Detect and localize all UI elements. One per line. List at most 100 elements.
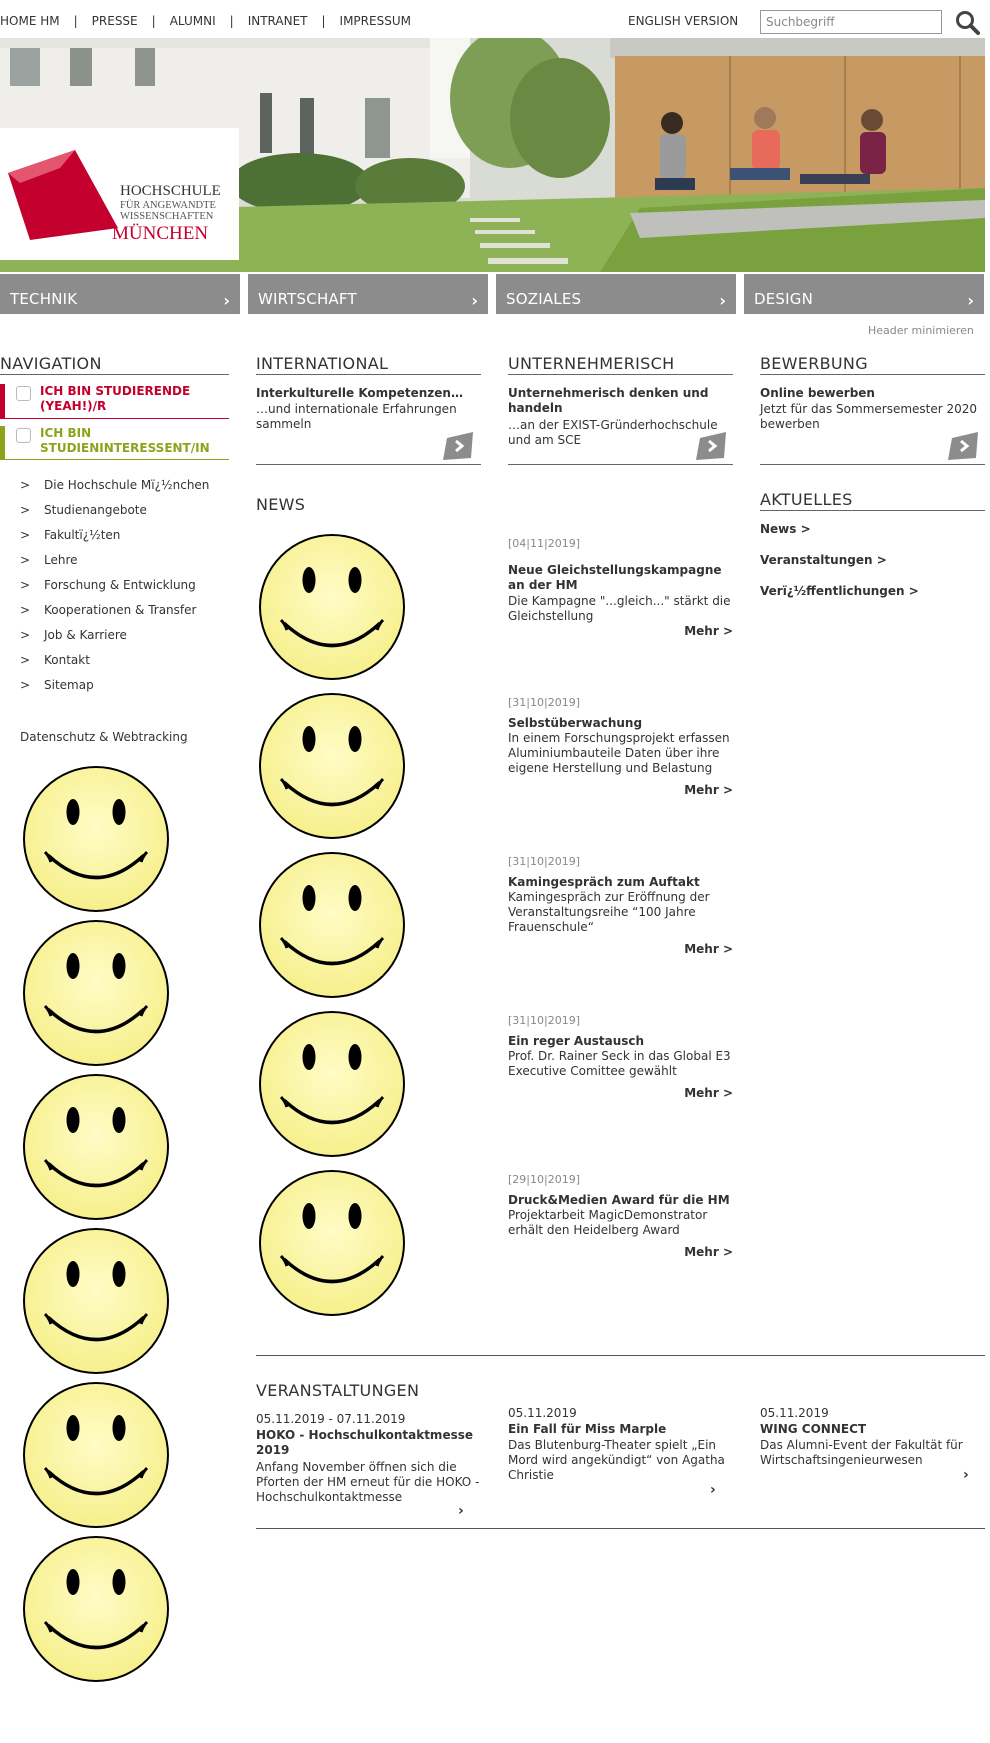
topnav-alumni[interactable]: ALUMNI xyxy=(170,14,216,28)
news-more-link[interactable]: Mehr > xyxy=(660,1245,733,1259)
hm-logo[interactable]: HOCHSCHULE FÜR ANGEWANDTE WISSENSCHAFTEN… xyxy=(0,128,239,260)
nav-item-hochschule[interactable]: > Die Hochschule Mï¿½nchen xyxy=(0,478,209,503)
smiley-icon[interactable] xyxy=(257,691,407,841)
bewerbung-teaser-title[interactable]: Online bewerben xyxy=(760,386,985,401)
separator: | xyxy=(321,14,326,28)
english-version-link[interactable]: ENGLISH VERSION xyxy=(628,14,738,28)
unternehmerisch-teaser-title[interactable]: Unternehmerisch denken und handeln xyxy=(508,386,733,416)
search-icon[interactable] xyxy=(955,10,981,36)
nav-item-studienangebote[interactable]: > Studienangebote xyxy=(0,503,209,528)
datenschutz-link[interactable]: Datenschutz & Webtracking xyxy=(20,730,188,744)
international-teaser-title[interactable]: Interkulturelle Kompetenzen… xyxy=(256,386,481,401)
hero-image: HOCHSCHULE FÜR ANGEWANDTE WISSENSCHAFTEN… xyxy=(0,38,985,272)
event-title[interactable]: WING CONNECT xyxy=(760,1422,985,1437)
chevron-right-icon[interactable]: › xyxy=(458,1503,464,1519)
smiley-icon xyxy=(21,1380,171,1530)
arrow-button-icon[interactable] xyxy=(948,432,980,460)
chevron-right-icon[interactable]: › xyxy=(710,1482,716,1498)
nav-item-kontakt[interactable]: > Kontakt xyxy=(0,653,209,678)
aktuelles-veranstaltungen-link[interactable]: Veranstaltungen > xyxy=(760,553,887,567)
event-text: Das Blutenburg-Theater spielt „Ein Mord … xyxy=(508,1438,725,1482)
event-title[interactable]: Ein Fall für Miss Marple xyxy=(508,1422,733,1437)
nav-item-lehre[interactable]: > Lehre xyxy=(0,553,209,578)
news-text: Die Kampagne "...gleich..." stärkt die G… xyxy=(508,594,731,623)
news-title[interactable]: Neue Gleichstellungskampagne an der HM xyxy=(508,563,733,593)
logo-line2: FÜR ANGEWANDTE xyxy=(120,199,216,211)
veranstaltungen-title: VERANSTALTUNGEN xyxy=(256,1381,420,1400)
divider xyxy=(256,1528,985,1529)
smiley-icon[interactable] xyxy=(257,1168,407,1318)
nav-item-label: Job & Karriere xyxy=(44,628,127,642)
nav-item-fakultaeten[interactable]: > Fakultï¿½ten xyxy=(0,528,209,553)
news-more-link[interactable]: Mehr > xyxy=(660,942,733,956)
smiley-icon xyxy=(21,1534,171,1684)
topnav-presse[interactable]: PRESSE xyxy=(92,14,138,28)
separator: | xyxy=(151,14,156,28)
divider xyxy=(256,464,481,465)
nav-item-sitemap[interactable]: > Sitemap xyxy=(0,678,209,703)
topnav-impressum[interactable]: IMPRESSUM xyxy=(340,14,411,28)
smiley-icon[interactable] xyxy=(257,850,407,1000)
arrow-button-icon[interactable] xyxy=(696,432,728,460)
news-text: In einem Forschungsprojekt erfassen Alum… xyxy=(508,731,730,775)
smiley-icon xyxy=(21,764,171,914)
chevron-right-icon[interactable]: › xyxy=(963,1467,969,1483)
nav-item-job[interactable]: > Job & Karriere xyxy=(0,628,209,653)
faculty-soziales[interactable]: SOZIALES › xyxy=(496,274,736,314)
faculty-label: TECHNIK xyxy=(10,290,78,308)
aktuelles-veroeffentlichungen-link[interactable]: Verï¿½ffentlichungen > xyxy=(760,584,919,598)
topnav-home[interactable]: HOME HM xyxy=(0,14,60,28)
role-checkbox[interactable] xyxy=(16,428,31,443)
faculty-design[interactable]: DESIGN › xyxy=(744,274,984,314)
top-navigation: HOME HM | PRESSE | ALUMNI | INTRANET | I… xyxy=(0,14,411,28)
separator: | xyxy=(229,14,234,28)
divider xyxy=(508,464,733,465)
smiley-icon xyxy=(21,1072,171,1222)
role-label: ICH BIN STUDIENINTERESSENT/IN xyxy=(40,426,210,455)
nav-arrow: > xyxy=(20,678,31,692)
smiley-icon[interactable] xyxy=(257,1009,407,1159)
smiley-icon[interactable] xyxy=(257,532,407,682)
event-date: 05.11.2019 xyxy=(760,1406,829,1420)
search-input[interactable] xyxy=(760,10,942,34)
role-checkbox[interactable] xyxy=(16,386,31,401)
nav-item-label: Fakultï¿½ten xyxy=(44,528,121,542)
aktuelles-news-link[interactable]: News > xyxy=(760,522,811,536)
event-title[interactable]: HOKO - Hochschulkontaktmesse 2019 xyxy=(256,1428,481,1458)
news-more-link[interactable]: Mehr > xyxy=(660,1086,733,1100)
role-studierende[interactable]: ICH BIN STUDIERENDE (YEAH!)/R xyxy=(0,384,229,419)
news-title[interactable]: Ein reger Austausch xyxy=(508,1034,733,1049)
role-studieninteressent[interactable]: ICH BIN STUDIENINTERESSENT/IN xyxy=(0,426,229,460)
nav-arrow: > xyxy=(20,553,31,567)
news-title[interactable]: Kamingespräch zum Auftakt xyxy=(508,875,733,890)
news-title[interactable]: Selbstüberwachung xyxy=(508,716,733,731)
role-accent-bar xyxy=(0,426,5,459)
chevron-right-icon: › xyxy=(719,291,726,310)
nav-arrow: > xyxy=(20,503,31,517)
navigation-list: > Die Hochschule Mï¿½nchen > Studienangebo… xyxy=(0,478,209,703)
aktuelles-title: AKTUELLES xyxy=(760,490,985,511)
divider xyxy=(760,464,985,465)
faculty-technik[interactable]: TECHNIK › xyxy=(0,274,240,314)
role-label: ICH BIN STUDIERENDE (YEAH!)/R xyxy=(40,384,191,413)
news-title[interactable]: Druck&Medien Award für die HM xyxy=(508,1193,733,1208)
news-more-link[interactable]: Mehr > xyxy=(660,783,733,797)
arrow-button-icon[interactable] xyxy=(443,432,475,460)
nav-arrow: > xyxy=(20,603,31,617)
faculty-wirtschaft[interactable]: WIRTSCHAFT › xyxy=(248,274,488,314)
news-title: NEWS xyxy=(256,495,306,514)
international-teaser-text: …und internationale Erfahrungen sammeln xyxy=(256,402,457,431)
topnav-intranet[interactable]: INTRANET xyxy=(248,14,308,28)
nav-item-forschung[interactable]: > Forschung & Entwicklung xyxy=(0,578,209,603)
nav-item-label: Kontakt xyxy=(44,653,90,667)
nav-item-kooperationen[interactable]: > Kooperationen & Transfer xyxy=(0,603,209,628)
news-more-link[interactable]: Mehr > xyxy=(660,624,733,638)
news-text: Kamingespräch zur Eröffnung der Veransta… xyxy=(508,890,710,934)
smiley-icon xyxy=(21,918,171,1068)
news-date: [29|10|2019] xyxy=(508,1173,580,1186)
logo-line4: MÜNCHEN xyxy=(112,223,208,244)
nav-arrow: > xyxy=(20,528,31,542)
header-minimize-link[interactable]: Header minimieren xyxy=(868,324,974,337)
news-text: Projektarbeit MagicDemonstrator erhält d… xyxy=(508,1208,708,1237)
news-date: [31|10|2019] xyxy=(508,696,580,709)
